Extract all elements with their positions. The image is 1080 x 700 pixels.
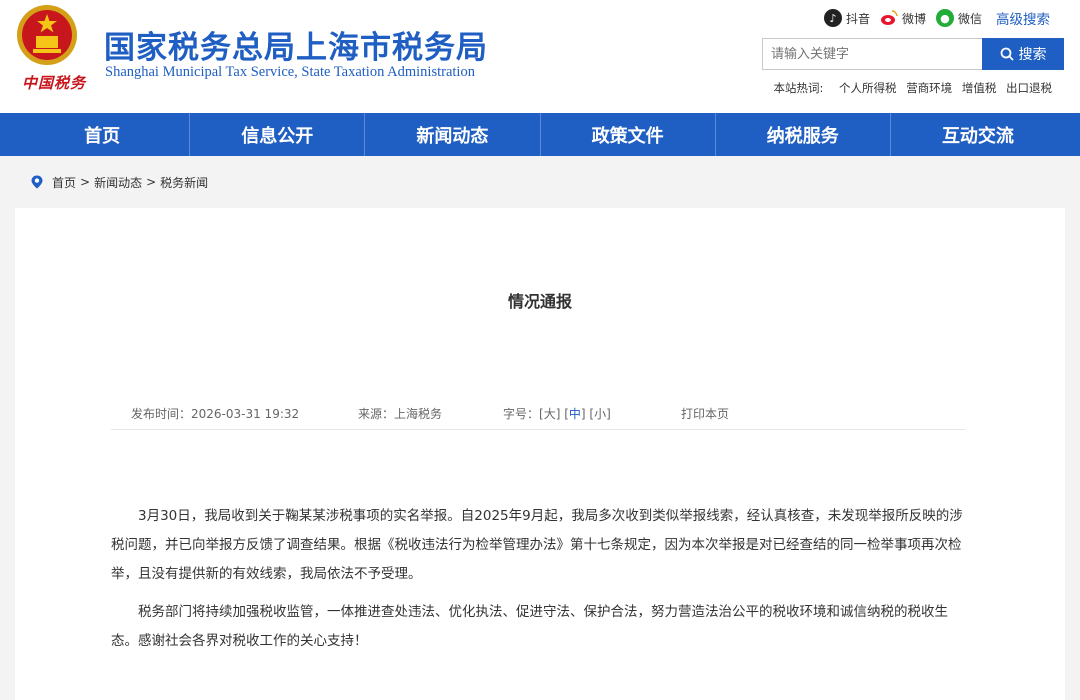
- breadcrumb-news[interactable]: 新闻动态: [94, 174, 142, 191]
- search-icon: [1000, 47, 1014, 61]
- font-large-button[interactable]: 大: [544, 407, 556, 421]
- breadcrumb-home[interactable]: 首页: [52, 174, 76, 191]
- font-medium-button[interactable]: 中: [569, 407, 581, 421]
- douyin-link[interactable]: ♪ 抖音: [823, 9, 870, 27]
- hot-word[interactable]: 出口退税: [1006, 81, 1052, 95]
- main-nav: 首页 信息公开 新闻动态 政策文件 纳税服务 互动交流: [0, 113, 1080, 156]
- weixin-icon: ●: [935, 9, 954, 27]
- advanced-search-link[interactable]: 高级搜索: [996, 8, 1050, 28]
- article-meta: 发布时间：2026-03-31 19:32 来源：上海税务 字号：[大] [中]…: [111, 405, 965, 430]
- publish-time: 发布时间：2026-03-31 19:32: [131, 407, 300, 421]
- font-size-control: 字号：[大] [中] [小]: [503, 407, 611, 421]
- search-bar: 搜索: [762, 38, 1064, 70]
- search-input[interactable]: [762, 38, 982, 70]
- social-links: ♪ 抖音 微博 ● 微信 高级搜索: [814, 8, 1050, 28]
- breadcrumb-separator: >: [80, 175, 91, 189]
- search-button-label: 搜索: [1018, 47, 1047, 63]
- nav-item-interaction[interactable]: 互动交流: [891, 113, 1065, 156]
- article-source: 来源：上海税务: [358, 407, 443, 421]
- hot-word[interactable]: 营商环境: [906, 81, 952, 95]
- hot-word[interactable]: 个人所得税: [839, 81, 897, 95]
- weibo-link[interactable]: 微博: [879, 9, 926, 27]
- nav-item-policy[interactable]: 政策文件: [541, 113, 716, 156]
- print-button[interactable]: 打印本页: [681, 405, 729, 422]
- hot-words-label: 本站热词:: [773, 81, 824, 95]
- site-subtitle: Shanghai Municipal Tax Service, State Ta…: [105, 64, 475, 80]
- breadcrumb-separator: >: [146, 175, 157, 189]
- site-header: 中国税务 国家税务总局上海市税务局 Shanghai Municipal Tax…: [0, 0, 1080, 113]
- nav-item-info[interactable]: 信息公开: [190, 113, 366, 156]
- article-panel: 情况通报 发布时间：2026-03-31 19:32 来源：上海税务 字号：[大…: [15, 208, 1065, 700]
- nav-item-home[interactable]: 首页: [15, 113, 191, 156]
- weixin-label: 微信: [957, 11, 982, 26]
- site-title[interactable]: 国家税务总局上海市税务局: [104, 22, 488, 67]
- weibo-icon: [879, 9, 898, 27]
- douyin-icon: ♪: [823, 9, 842, 27]
- nav-item-news[interactable]: 新闻动态: [365, 113, 541, 156]
- font-small-button[interactable]: 小: [594, 407, 606, 421]
- breadcrumb: 首页 > 新闻动态 > 税务新闻: [0, 156, 1080, 208]
- douyin-label: 抖音: [845, 11, 870, 26]
- search-button[interactable]: 搜索: [982, 38, 1064, 70]
- article-paragraph: 税务部门将持续加强税收监管，一体推进查处违法、优化执法、促进守法、保护合法，努力…: [111, 604, 948, 649]
- article-title: 情况通报: [507, 292, 572, 311]
- hot-words: 本站热词: 个人所得税 营商环境 增值税 出口退税: [774, 80, 1053, 96]
- location-pin-icon: [31, 175, 43, 189]
- breadcrumb-tax-news[interactable]: 税务新闻: [160, 174, 208, 191]
- nav-item-service[interactable]: 纳税服务: [716, 113, 891, 156]
- weixin-link[interactable]: ● 微信: [935, 9, 982, 27]
- article-paragraph: 3月30日，我局收到关于鞠某某涉税事项的实名举报。自2025年9月起，我局多次收…: [111, 508, 963, 582]
- emblem-caption: 中国税务: [22, 74, 87, 92]
- weibo-label: 微博: [901, 11, 926, 26]
- font-size-label: 字号：: [503, 407, 540, 421]
- national-emblem-icon: [17, 5, 77, 65]
- hot-word[interactable]: 增值税: [962, 81, 997, 95]
